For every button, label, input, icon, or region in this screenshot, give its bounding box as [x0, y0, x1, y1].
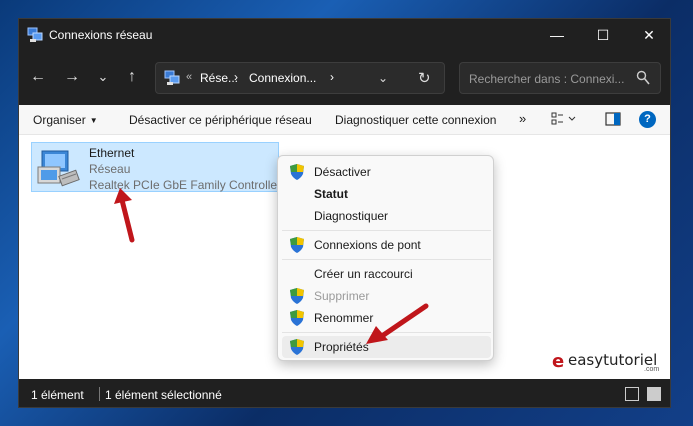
breadcrumb-chevron-icon[interactable]: › [234, 70, 238, 84]
diagnose-connection-button[interactable]: Diagnostiquer cette connexion [335, 113, 496, 127]
status-divider [99, 387, 100, 401]
more-commands-icon[interactable]: » [519, 111, 526, 126]
watermark-suffix: .com [644, 366, 660, 373]
refresh-icon[interactable]: ↻ [418, 69, 431, 87]
preview-pane-button[interactable] [605, 112, 621, 129]
menu-separator [282, 259, 491, 260]
connection-name: Ethernet [89, 146, 135, 160]
annotation-arrow-icon [114, 188, 135, 243]
command-bar: Organiser ▼ Désactiver ce périphérique ré… [19, 105, 670, 135]
status-bar: 1 élément 1 élément sélectionné [19, 379, 670, 407]
recent-locations-icon[interactable]: ⌄ [89, 63, 117, 91]
help-icon: ? [639, 111, 656, 128]
window-title: Connexions réseau [49, 28, 153, 42]
search-placeholder: Rechercher dans : Connexi... [469, 72, 625, 86]
network-connections-icon [164, 70, 180, 85]
preview-pane-icon [605, 112, 621, 126]
uac-shield-icon [290, 237, 304, 253]
menu-item-label: Créer un raccourci [314, 267, 413, 281]
uac-shield-icon [290, 339, 304, 355]
easytutoriel-logo-icon: e [552, 351, 564, 371]
menu-item-label: Statut [314, 187, 348, 201]
menu-separator [282, 230, 491, 231]
ethernet-connection-item[interactable]: Ethernet Réseau Realtek PCIe GbE Family … [31, 142, 281, 192]
menu-item-label: Désactiver [314, 165, 371, 179]
search-input[interactable]: Rechercher dans : Connexi... [459, 62, 661, 94]
breadcrumb-chevron-icon[interactable]: › [330, 70, 334, 84]
menu-item-label: Supprimer [314, 289, 370, 303]
disable-device-button[interactable]: Désactiver ce périphérique réseau [129, 113, 312, 127]
change-view-button[interactable] [551, 111, 577, 130]
up-arrow-icon[interactable]: ↑ [118, 63, 146, 91]
menu-item-bridge[interactable]: Connexions de pont [282, 234, 491, 256]
organize-label: Organiser [33, 113, 86, 127]
menu-item-label: Connexions de pont [314, 238, 421, 252]
back-arrow-icon[interactable]: ← [24, 63, 52, 91]
uac-shield-icon [290, 310, 304, 326]
menu-item-create-shortcut[interactable]: Créer un raccourci [282, 263, 491, 285]
close-button[interactable]: ✕ [626, 19, 670, 51]
chevron-down-icon: ▼ [89, 116, 98, 126]
address-bar[interactable]: « Rése... › Connexion... › ⌄ ↻ [155, 62, 445, 94]
breadcrumb-overflow-icon[interactable]: « [186, 71, 192, 83]
large-icons-view-icon[interactable] [647, 387, 661, 401]
forward-arrow-icon[interactable]: → [58, 63, 86, 91]
annotation-arrow-icon [366, 303, 429, 344]
menu-item-label: Propriétés [314, 340, 369, 354]
navigation-bar: ← → ⌄ ↑ « Rése... › Connexion... › ⌄ ↻ R… [19, 51, 670, 105]
network-connections-icon [27, 27, 43, 42]
item-count: 1 élément [31, 388, 84, 402]
connection-network: Réseau [89, 162, 131, 176]
menu-item-diagnose[interactable]: Diagnostiquer [282, 205, 491, 227]
watermark-logo: e easytutoriel .com [552, 347, 666, 375]
view-options-icon [551, 112, 576, 125]
help-button[interactable]: ? [639, 111, 656, 128]
organize-button[interactable]: Organiser ▼ [33, 113, 98, 127]
details-view-icon[interactable] [625, 387, 639, 401]
breadcrumb-network[interactable]: Rése... [200, 71, 238, 85]
selected-count: 1 élément sélectionné [105, 388, 222, 402]
maximize-button[interactable]: ☐ [580, 19, 626, 51]
menu-item-disable[interactable]: Désactiver [282, 161, 491, 183]
title-bar: Connexions réseau — ☐ ✕ [19, 19, 670, 51]
uac-shield-icon [290, 164, 304, 180]
uac-shield-icon [290, 288, 304, 304]
menu-item-label: Diagnostiquer [314, 209, 389, 223]
svg-text:e: e [552, 351, 564, 371]
menu-item-status[interactable]: Statut [282, 183, 491, 205]
minimize-button[interactable]: — [534, 19, 580, 51]
ethernet-adapter-icon [37, 150, 80, 187]
address-dropdown-icon[interactable]: ⌄ [378, 71, 388, 85]
search-icon [636, 70, 650, 85]
breadcrumb-connections[interactable]: Connexion... [249, 71, 316, 85]
